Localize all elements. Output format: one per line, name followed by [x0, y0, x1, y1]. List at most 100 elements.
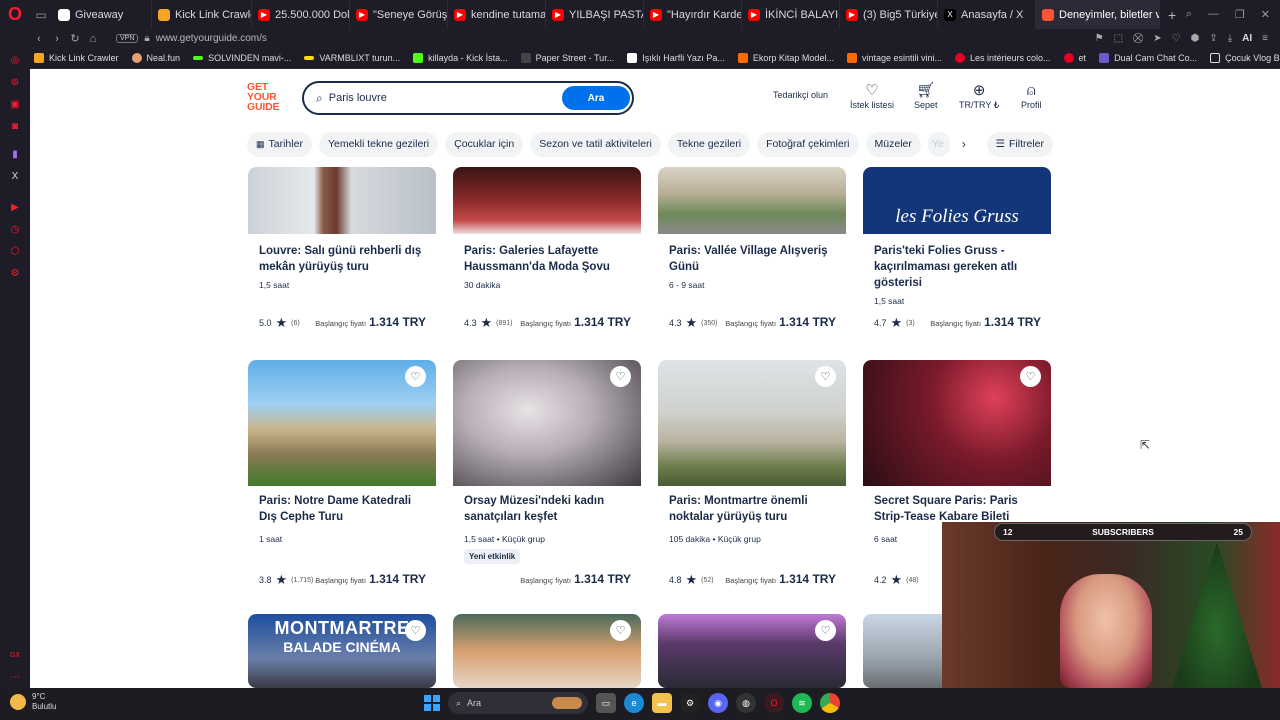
activity-card[interactable]: Paris: Vallée Village Alışveriş Günü 6 -… — [658, 167, 846, 343]
filter-chip[interactable]: Yemekli tekne gezileri — [318, 131, 439, 157]
heart-icon[interactable]: ♡ — [1172, 33, 1181, 44]
tab[interactable]: ▶ "Hayırdır Kardeş — [644, 0, 742, 29]
activity-card[interactable]: ♡ — [453, 614, 641, 688]
filters-button[interactable]: ☰ Filtreler — [986, 131, 1053, 157]
bookmark-icon[interactable]: ⚑ — [1095, 33, 1104, 44]
bookmark-item[interactable]: Neal.fun — [131, 53, 180, 63]
snapshot-icon[interactable]: ⬚ — [1114, 33, 1123, 44]
windows-start-icon[interactable] — [424, 695, 440, 711]
instagram-icon[interactable]: ◙ — [0, 115, 30, 137]
tab[interactable]: ▶ İKİNCİ BALAYIMIZ — [742, 0, 840, 29]
share-icon[interactable]: ⇪ — [1209, 33, 1217, 44]
wishlist-heart-icon[interactable]: ♡ — [405, 620, 426, 641]
activity-card[interactable]: Louvre: Salı günü rehberli dış mekân yür… — [248, 167, 436, 343]
activity-card[interactable]: ♡ Paris: Notre Dame Katedrali Dış Cephe … — [248, 360, 436, 590]
settings-icon[interactable]: ⚙ — [0, 262, 30, 284]
tab[interactable]: ▶ "Seneye Görüşür — [350, 0, 448, 29]
chrome-icon[interactable] — [820, 693, 840, 713]
workspaces-icon[interactable]: ▭ — [30, 0, 52, 29]
history-icon[interactable]: ◷ — [0, 219, 30, 241]
home-icon[interactable]: ⌂ — [84, 33, 102, 45]
activity-card[interactable]: les Folies Gruss Paris'teki Folies Gruss… — [863, 167, 1051, 343]
reload-icon[interactable]: ↻ — [66, 32, 84, 45]
chevron-right-icon[interactable]: › — [957, 137, 971, 151]
tab[interactable]: X Anasayfa / X — [938, 0, 1036, 29]
tab-active[interactable]: Deneyimler, biletler ve turl — [1036, 0, 1160, 29]
filter-chip[interactable]: Ye — [927, 131, 950, 157]
new-tab-icon[interactable]: + — [1160, 7, 1184, 23]
wishlist-heart-icon[interactable]: ♡ — [405, 366, 426, 387]
wishlist-heart-icon[interactable]: ♡ — [815, 366, 836, 387]
obs-icon[interactable]: ◍ — [736, 693, 756, 713]
activity-card[interactable]: MONTMARTRE BALADE CINÉMA ♡ — [248, 614, 436, 688]
getyourguide-logo[interactable]: GET YOUR GUIDE — [247, 82, 287, 114]
search-tabs-icon[interactable]: ⌕ — [1186, 8, 1192, 21]
bookmark-item[interactable]: Dual Cam Chat Co... — [1099, 53, 1197, 63]
filter-chip[interactable]: Sezon ve tatil aktiviteleri — [530, 131, 661, 157]
maximize-icon[interactable]: ❐ — [1235, 8, 1245, 21]
minimize-icon[interactable]: — — [1208, 8, 1219, 21]
tab[interactable]: Kick Link Crawler — [152, 0, 252, 29]
activity-card[interactable]: Paris: Galeries Lafayette Haussmann'da M… — [453, 167, 641, 343]
bookmark-item[interactable]: vintage esintili vini... — [846, 53, 942, 63]
cart-button[interactable]: 🛒︎ Sepet — [914, 82, 938, 110]
url-field[interactable]: www.getyourguide.com/s — [156, 33, 267, 44]
discord-icon[interactable]: ◉ — [708, 693, 728, 713]
bookmark-item[interactable]: Çocuk Vlog Bingosu — [1210, 53, 1280, 63]
tab[interactable]: ▶ kendine tutamaya — [448, 0, 546, 29]
bookmark-item[interactable]: Ekorp Kitap Model... — [737, 53, 834, 63]
twitch-icon[interactable]: ▮ — [0, 143, 30, 165]
filter-chip[interactable]: Müzeler — [865, 131, 921, 157]
activity-card[interactable]: ♡ Orsay Müzesi'ndeki kadın sanatçıları k… — [453, 360, 641, 590]
supplier-link[interactable]: Tedarikçi olun — [773, 90, 828, 100]
wishlist-heart-icon[interactable]: ♡ — [610, 366, 631, 387]
filter-chip-dates[interactable]: ▦ Tarihler — [247, 131, 312, 157]
ai-button[interactable]: AI — [1242, 33, 1252, 44]
wishlist-heart-icon[interactable]: ♡ — [815, 620, 836, 641]
tab[interactable]: ▶ 25.500.000 Dolar — [252, 0, 350, 29]
bookmark-item[interactable]: Kick Link Crawler — [34, 53, 119, 63]
task-view-icon[interactable]: ▭ — [596, 693, 616, 713]
filter-chip[interactable]: Fotoğraf çekimleri — [757, 131, 859, 157]
menu-icon[interactable]: ≡ — [1262, 33, 1268, 44]
send-icon[interactable]: ➤ — [1153, 33, 1161, 44]
opera-logo-icon[interactable]: O — [0, 0, 30, 29]
extensions-sidebar-icon[interactable]: ⬡ — [0, 241, 30, 263]
more-icon[interactable]: ⋯ — [0, 666, 30, 688]
x-sidebar-icon[interactable]: X — [0, 165, 30, 187]
bookmark-item[interactable]: Les intérieurs colo... — [955, 53, 1051, 63]
weather-widget[interactable]: 9°C Bulutlu — [10, 692, 56, 712]
close-icon[interactable]: ✕ — [1261, 8, 1270, 21]
file-explorer-icon[interactable]: ▬ — [652, 693, 672, 713]
bookmark-item[interactable]: VARMBLIXT turun... — [304, 53, 400, 63]
tab[interactable]: Giveaway — [52, 0, 152, 29]
taskbar-search[interactable]: ⌕ Ara — [448, 692, 588, 714]
locale-button[interactable]: ⊕ TR/TRY ₺ — [959, 82, 999, 111]
player-icon[interactable]: ▶ — [0, 197, 30, 219]
edge-icon[interactable]: e — [624, 693, 644, 713]
profile-button[interactable]: ⍝ Profil — [1021, 82, 1042, 110]
spotify-icon[interactable]: ≋ — [792, 693, 812, 713]
gx-icon[interactable]: GX — [0, 644, 30, 666]
wishlist-heart-icon[interactable]: ♡ — [610, 620, 631, 641]
activity-card[interactable]: ♡ — [658, 614, 846, 688]
download-icon[interactable]: ⤓ — [1228, 33, 1232, 44]
filter-chip[interactable]: Çocuklar için — [445, 131, 524, 157]
activity-card[interactable]: ♡ Paris: Montmartre önemli noktalar yürü… — [658, 360, 846, 590]
bookmark-item[interactable]: Paper Street - Tur... — [520, 53, 614, 63]
bookmark-item[interactable]: et — [1063, 53, 1086, 63]
tab[interactable]: ▶ YILBAŞI PASTASI — [546, 0, 644, 29]
adblock-icon[interactable]: ⛒ — [1133, 33, 1143, 44]
forward-icon[interactable]: › — [48, 33, 66, 45]
search-button[interactable]: Ara — [562, 86, 630, 110]
vpn-badge[interactable]: VPN — [116, 34, 139, 43]
opera-gx-icon[interactable]: O — [764, 693, 784, 713]
messenger-icon[interactable]: ▣ — [0, 94, 30, 116]
extensions-icon[interactable]: ⬢ — [1191, 33, 1200, 44]
back-icon[interactable]: ‹ — [30, 33, 48, 45]
wishlist-button[interactable]: ♡ İstek listesi — [850, 82, 894, 110]
bookmark-item[interactable]: Işıklı Harfli Yazı Pa... — [627, 53, 725, 63]
filter-chip[interactable]: Tekne gezileri — [667, 131, 751, 157]
bookmark-item[interactable]: killayda - Kick İsta... — [413, 53, 508, 63]
tab[interactable]: ▶ (3) Big5 Türkiye | — [840, 0, 938, 29]
